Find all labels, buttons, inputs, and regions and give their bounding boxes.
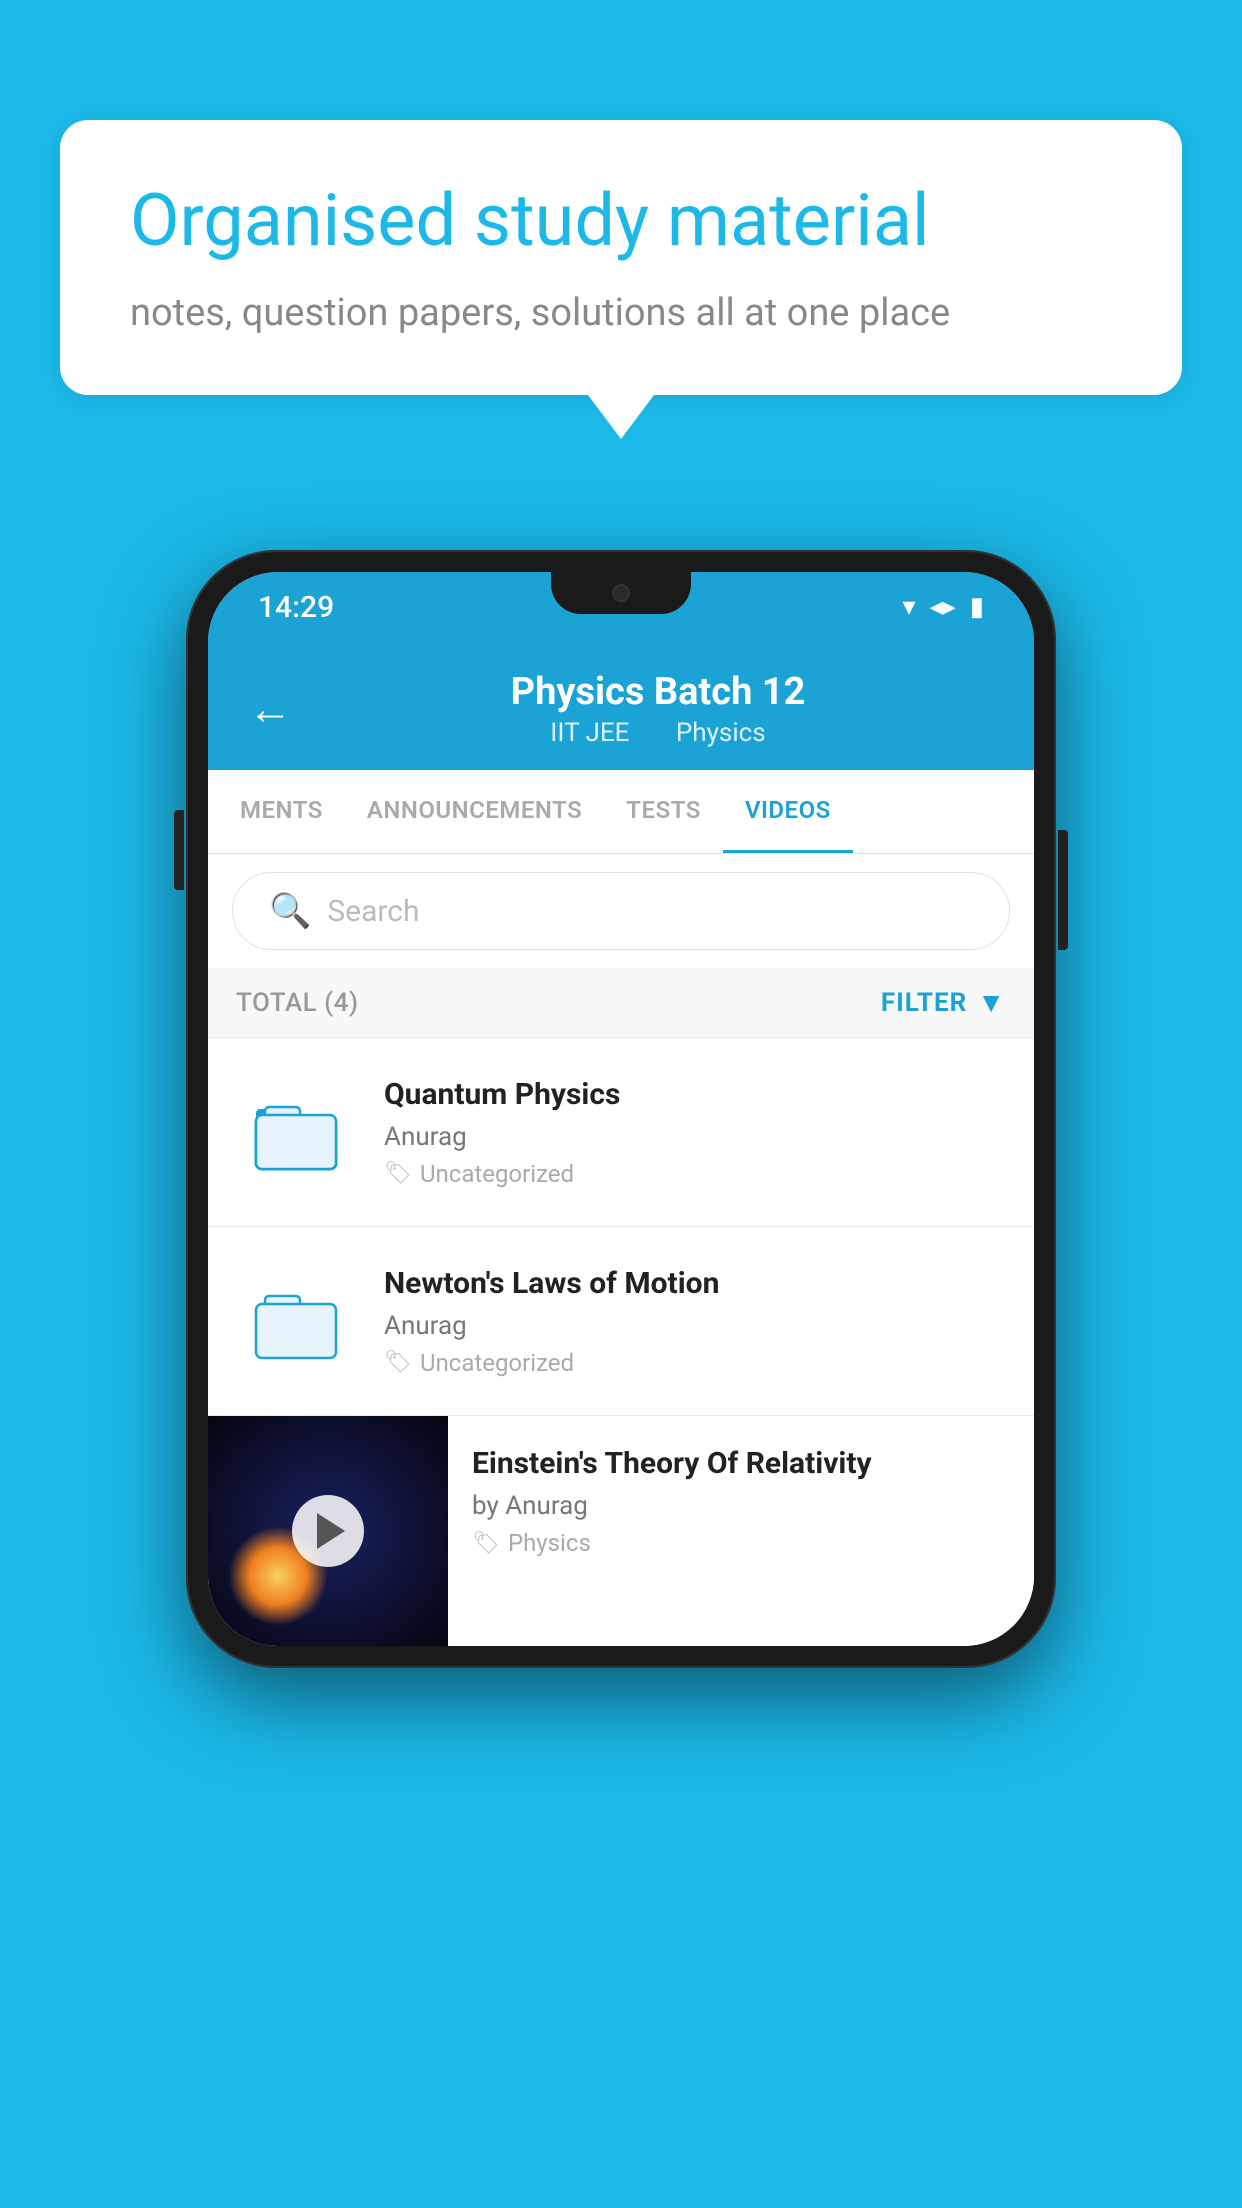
play-button-einstein[interactable]	[292, 1495, 364, 1567]
status-bar: 14:29 ▾ ◂▸ ▮	[208, 572, 1034, 642]
header-title-section: Physics Batch 12 IIT JEE Physics	[322, 670, 994, 748]
status-icons: ▾ ◂▸ ▮	[903, 592, 984, 622]
signal-icon: ◂▸	[930, 592, 956, 622]
video-title-newton: Newton's Laws of Motion	[384, 1266, 1006, 1301]
filter-bar: TOTAL (4) FILTER ▼	[208, 968, 1034, 1038]
video-item-newton[interactable]: Newton's Laws of Motion Anurag 🏷 Uncateg…	[208, 1227, 1034, 1416]
header-subtitle-part1: IIT JEE	[550, 718, 629, 748]
tab-videos[interactable]: VIDEOS	[723, 770, 853, 853]
tab-ments[interactable]: MENTS	[218, 770, 345, 853]
total-count: TOTAL (4)	[236, 988, 359, 1018]
video-thumb-quantum	[236, 1072, 356, 1192]
tag-label-quantum: Uncategorized	[420, 1160, 574, 1188]
status-time: 14:29	[258, 590, 334, 625]
tab-announcements[interactable]: ANNOUNCEMENTS	[345, 770, 604, 853]
video-thumb-newton	[236, 1261, 356, 1381]
einstein-info: Einstein's Theory Of Relativity by Anura…	[448, 1416, 1034, 1587]
folder-icon-newton	[251, 1276, 341, 1366]
einstein-author: by Anurag	[472, 1491, 1010, 1521]
phone-outer: 14:29 ▾ ◂▸ ▮ ← Physics Batch 12 IIT JEE …	[186, 550, 1056, 1668]
back-button[interactable]: ←	[248, 687, 292, 731]
search-container: 🔍 Search	[208, 854, 1034, 968]
app-header: ← Physics Batch 12 IIT JEE Physics	[208, 642, 1034, 770]
notch	[551, 572, 691, 614]
filter-icon: ▼	[977, 986, 1006, 1019]
tab-tests[interactable]: TESTS	[604, 770, 723, 853]
video-info-quantum: Quantum Physics Anurag 🏷 Uncategorized	[384, 1077, 1006, 1188]
camera-notch	[612, 584, 630, 602]
tabs-bar: MENTS ANNOUNCEMENTS TESTS VIDEOS	[208, 770, 1034, 854]
video-item-quantum[interactable]: Quantum Physics Anurag 🏷 Uncategorized	[208, 1038, 1034, 1227]
einstein-tag: 🏷 Physics	[472, 1529, 1010, 1557]
tag-label-newton: Uncategorized	[420, 1349, 574, 1377]
folder-icon	[251, 1087, 341, 1177]
phone-screen: 14:29 ▾ ◂▸ ▮ ← Physics Batch 12 IIT JEE …	[208, 572, 1034, 1646]
video-item-einstein[interactable]: Einstein's Theory Of Relativity by Anura…	[208, 1416, 1034, 1646]
einstein-thumbnail	[208, 1416, 448, 1646]
video-title-quantum: Quantum Physics	[384, 1077, 1006, 1112]
tag-label-einstein: Physics	[508, 1529, 591, 1557]
filter-button[interactable]: FILTER ▼	[881, 986, 1006, 1019]
tag-icon-quantum: 🏷	[384, 1161, 412, 1186]
video-tag-newton: 🏷 Uncategorized	[384, 1349, 1006, 1377]
battery-icon: ▮	[970, 592, 984, 622]
header-subtitle-part2: Physics	[676, 718, 766, 748]
promo-title: Organised study material	[130, 180, 1112, 263]
play-icon	[317, 1513, 345, 1549]
wifi-icon: ▾	[903, 592, 916, 622]
promo-subtitle: notes, question papers, solutions all at…	[130, 291, 1112, 335]
filter-label: FILTER	[881, 988, 967, 1018]
video-list: Quantum Physics Anurag 🏷 Uncategorized	[208, 1038, 1034, 1646]
header-title: Physics Batch 12	[322, 670, 994, 714]
search-icon: 🔍	[269, 891, 311, 931]
tag-icon-einstein: 🏷	[472, 1531, 500, 1556]
search-placeholder-text: Search	[327, 894, 419, 929]
einstein-title: Einstein's Theory Of Relativity	[472, 1446, 1010, 1481]
search-input[interactable]: 🔍 Search	[232, 872, 1010, 950]
video-tag-quantum: 🏷 Uncategorized	[384, 1160, 1006, 1188]
tag-icon-newton: 🏷	[384, 1350, 412, 1375]
video-author-newton: Anurag	[384, 1311, 1006, 1341]
promo-section: Organised study material notes, question…	[60, 120, 1182, 395]
video-info-newton: Newton's Laws of Motion Anurag 🏷 Uncateg…	[384, 1266, 1006, 1377]
video-author-quantum: Anurag	[384, 1122, 1006, 1152]
header-subtitle: IIT JEE Physics	[322, 718, 994, 748]
phone-mockup: 14:29 ▾ ◂▸ ▮ ← Physics Batch 12 IIT JEE …	[186, 550, 1056, 1668]
speech-bubble: Organised study material notes, question…	[60, 120, 1182, 395]
